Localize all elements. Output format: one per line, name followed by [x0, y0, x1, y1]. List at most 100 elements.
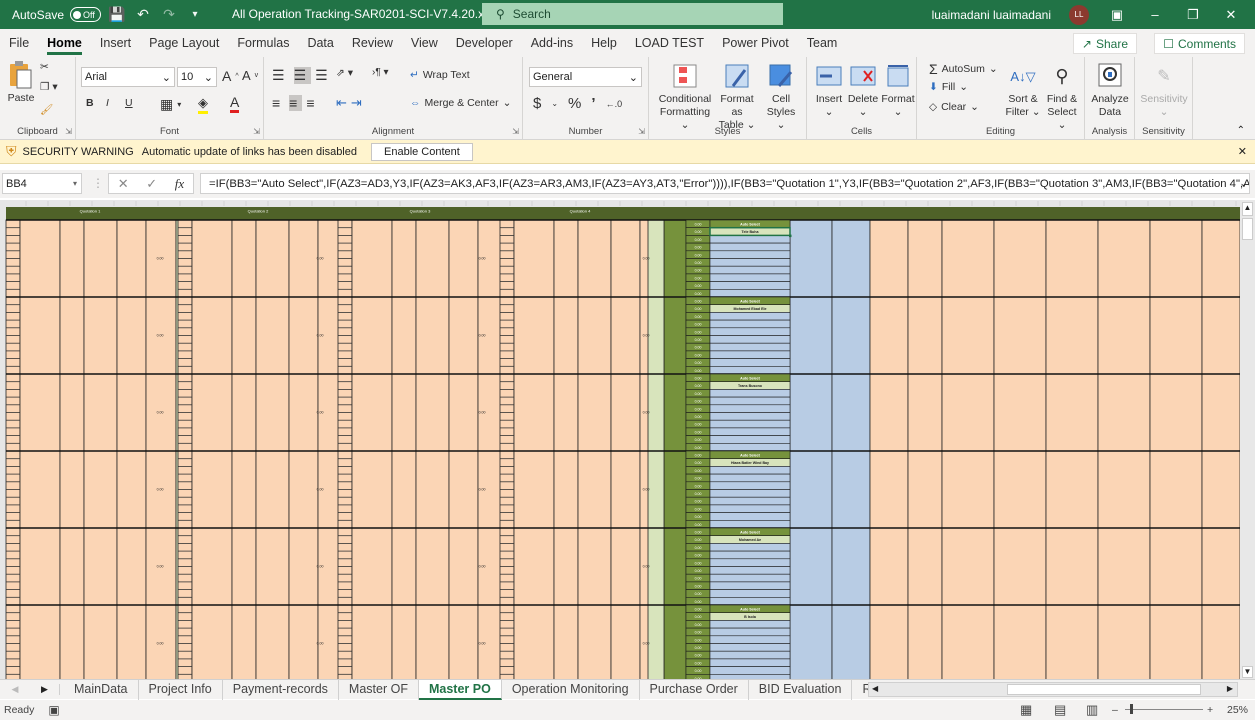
decrease-font-icon[interactable]: Av — [242, 68, 258, 83]
tab-help[interactable]: Help — [582, 29, 626, 57]
tab-data[interactable]: Data — [298, 29, 342, 57]
font-size-combo[interactable]: 10 ⌄ — [177, 67, 217, 87]
borders-icon[interactable]: ▦ ▾ — [160, 96, 181, 113]
tab-developer[interactable]: Developer — [447, 29, 522, 57]
customize-qat-icon[interactable]: ▾ — [185, 9, 205, 20]
next-sheet-icon[interactable]: ▶ — [30, 684, 60, 695]
sheet-tab-project-info[interactable]: Project Info — [139, 679, 223, 700]
tab-insert[interactable]: Insert — [91, 29, 140, 57]
fill-button[interactable]: ⬇ Fill ⌄ — [929, 81, 968, 93]
tab-add-ins[interactable]: Add-ins — [522, 29, 582, 57]
cut-icon[interactable]: ✂ — [40, 61, 49, 73]
format-painter-icon[interactable]: 🖌 — [40, 103, 53, 116]
save-icon[interactable]: 💾 — [107, 6, 127, 23]
enable-content-button[interactable]: Enable Content — [371, 142, 473, 161]
ribbon-display-icon[interactable]: ▣ — [1107, 7, 1127, 23]
tab-page-layout[interactable]: Page Layout — [140, 29, 228, 57]
horizontal-scroll-thumb[interactable] — [1007, 684, 1201, 695]
sheet-tab-master-of[interactable]: Master OF — [339, 679, 419, 700]
zoom-level[interactable]: 25% — [1227, 704, 1248, 716]
window-title[interactable]: All Operation Tracking-SAR0201-SCI-V7.4.… — [232, 7, 508, 21]
close-warning-icon[interactable]: ✕ — [1238, 145, 1247, 158]
copy-icon[interactable]: ❐ ▾ — [40, 81, 58, 93]
autosum-button[interactable]: Σ AutoSum ⌄ — [929, 61, 998, 77]
orientation-icon[interactable]: ⇗ ▾ — [336, 67, 353, 79]
cancel-icon[interactable]: ✕ — [118, 176, 129, 192]
minimize-icon[interactable]: – — [1145, 7, 1165, 22]
tab-power-pivot[interactable]: Power Pivot — [713, 29, 798, 57]
vertical-scrollbar[interactable]: ▲ ▼ — [1240, 200, 1255, 680]
expand-formula-icon[interactable]: ⌄ — [1239, 178, 1247, 189]
number-format-combo[interactable]: General ⌄ — [529, 67, 642, 87]
comments-button[interactable]: ☐ Comments — [1154, 33, 1245, 54]
sheet-canvas[interactable]: Quotation 1 Quotation 2 Quotation 3 Quotati… — [0, 200, 1240, 680]
dialog-launcher-icon[interactable]: ⇲ — [253, 127, 260, 136]
name-box[interactable]: BB4 ▾ — [2, 173, 82, 194]
dialog-launcher-icon[interactable]: ⇲ — [512, 127, 519, 136]
tab-review[interactable]: Review — [343, 29, 402, 57]
format-as-table-button[interactable]: Format as Table ⌄ — [715, 62, 759, 132]
share-button[interactable]: ↗ Share — [1072, 33, 1137, 54]
indent-icons[interactable]: ⇤⇥ — [336, 95, 366, 111]
delete-cells-button[interactable]: Delete ⌄ — [847, 62, 879, 119]
sheet-tab-maindata[interactable]: MainData — [64, 679, 139, 700]
format-cells-button[interactable]: Format ⌄ — [881, 62, 915, 119]
normal-view-icon[interactable]: ▦ — [1020, 702, 1032, 718]
zoom-in-icon[interactable]: + — [1207, 704, 1213, 716]
sort-filter-button[interactable]: A↓▽ Sort & Filter ⌄ — [1005, 62, 1041, 119]
underline-button[interactable]: U — [125, 97, 133, 109]
tab-home[interactable]: Home — [38, 29, 91, 57]
text-direction-icon[interactable]: ›¶ ▾ — [372, 67, 389, 78]
zoom-slider-thumb[interactable] — [1130, 704, 1133, 714]
search-box[interactable]: ⚲ Search — [482, 3, 783, 25]
sensitivity-button[interactable]: ✎ Sensitivity ⌄ — [1139, 62, 1189, 119]
tab-load-test[interactable]: LOAD TEST — [626, 29, 713, 57]
avatar[interactable]: LL — [1069, 4, 1089, 25]
conditional-formatting-button[interactable]: Conditional Formatting ⌄ — [657, 62, 713, 132]
prev-sheet-icon[interactable]: ◀ — [0, 684, 30, 695]
autosave-toggle[interactable]: Off — [70, 7, 102, 22]
fill-color-icon[interactable]: ◈ — [198, 95, 208, 114]
sheet-tab-payment-records[interactable]: Payment-records — [223, 679, 339, 700]
scroll-left-icon[interactable]: ◀ — [872, 684, 878, 693]
formula-input[interactable]: =IF(BB3="Auto Select",IF(AZ3=AD3,Y3,IF(A… — [200, 173, 1250, 194]
scroll-right-icon[interactable]: ▶ — [1227, 684, 1233, 693]
analyze-data-button[interactable]: Analyze Data — [1089, 62, 1131, 119]
sheet-tab-master-po[interactable]: Master PO — [418, 679, 502, 700]
tab-file[interactable]: File — [0, 29, 38, 57]
sheet-tab-bid-evaluation[interactable]: BID Evaluation — [749, 679, 853, 700]
restore-icon[interactable]: ❐ — [1183, 7, 1203, 23]
vertical-align-icons[interactable]: ☰ ☰ ☰ — [272, 67, 333, 84]
zoom-slider[interactable] — [1125, 704, 1203, 714]
sheet-tab-purchase-order[interactable]: Purchase Order — [640, 679, 749, 700]
tab-team[interactable]: Team — [798, 29, 847, 57]
horizontal-scrollbar[interactable]: ◀ ▶ — [868, 682, 1238, 697]
font-name-combo[interactable]: Arial ⌄ — [81, 67, 175, 87]
bold-button[interactable]: B — [86, 97, 94, 109]
undo-icon[interactable]: ↶ — [133, 6, 153, 23]
scroll-thumb[interactable] — [1242, 218, 1253, 240]
macro-record-icon[interactable]: ▣ — [48, 703, 59, 717]
sheet-tab-operation-monitoring[interactable]: Operation Monitoring — [502, 679, 640, 700]
redo-icon[interactable]: ↷ — [159, 6, 179, 23]
font-color-icon[interactable]: A — [230, 94, 240, 113]
dialog-launcher-icon[interactable]: ⇲ — [65, 127, 72, 136]
insert-function-icon[interactable]: fx — [175, 176, 184, 192]
number-format-buttons[interactable]: $ ⌄%’ ←.0 — [533, 95, 622, 112]
scroll-down-icon[interactable]: ▼ — [1242, 666, 1253, 678]
horizontal-align-icons[interactable]: ≡ ≡ ≡ — [272, 95, 320, 111]
tab-formulas[interactable]: Formulas — [228, 29, 298, 57]
wrap-text-button[interactable]: ↵ Wrap Text — [410, 69, 470, 81]
page-break-view-icon[interactable]: ▥ — [1086, 702, 1098, 718]
insert-cells-button[interactable]: Insert ⌄ — [813, 62, 845, 119]
enter-icon[interactable]: ✓ — [146, 176, 157, 192]
zoom-out-icon[interactable]: – — [1112, 704, 1118, 716]
page-layout-view-icon[interactable]: ▤ — [1054, 702, 1066, 718]
dialog-launcher-icon[interactable]: ⇲ — [638, 127, 645, 136]
tab-view[interactable]: View — [402, 29, 447, 57]
spreadsheet-grid[interactable]: Quotation 1 Quotation 2 Quotation 3 Quotati… — [0, 200, 1240, 680]
cell-styles-button[interactable]: Cell Styles ⌄ — [761, 62, 801, 132]
increase-font-icon[interactable]: A ^ — [222, 68, 239, 84]
merge-center-button[interactable]: ⇔ Merge & Center ⌄ — [410, 97, 511, 109]
find-select-button[interactable]: ⚲ Find & Select ⌄ — [1043, 62, 1081, 132]
